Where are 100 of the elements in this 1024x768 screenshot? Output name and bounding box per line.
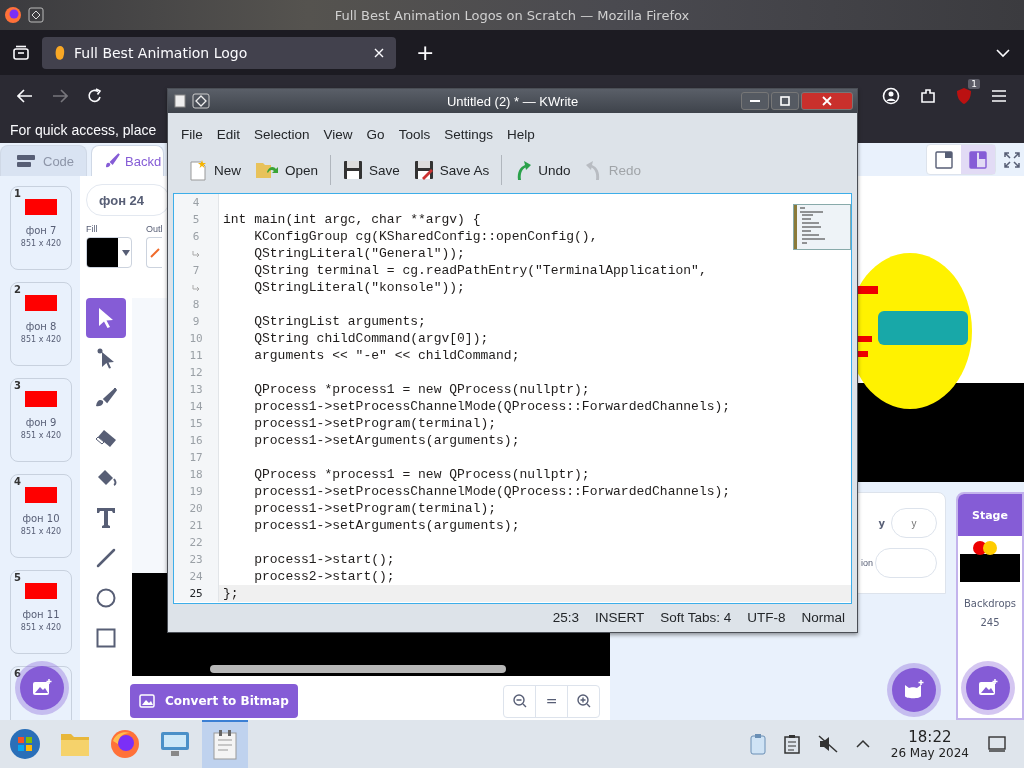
toolbar-button[interactable]: Save: [337, 154, 406, 186]
backdrop-thumbnail-card[interactable]: 2 фон 8 851 x 420: [10, 282, 72, 366]
backdrop-name: фон 7: [25, 225, 57, 236]
chevron-down-icon[interactable]: [996, 47, 1010, 58]
backdrop-thumbnail-card[interactable]: 5 фон 11 851 x 420: [10, 570, 72, 654]
editor-tab[interactable]: Backd: [91, 145, 165, 176]
horizontal-scrollbar[interactable]: [210, 665, 506, 673]
close-icon[interactable]: [374, 47, 384, 58]
clipboard-list-icon[interactable]: [783, 734, 800, 754]
add-sprite-button[interactable]: [892, 668, 936, 712]
outline-color-picker[interactable]: [146, 237, 162, 268]
status-item[interactable]: Soft Tabs: 4: [652, 609, 740, 625]
menu-item[interactable]: Help: [499, 126, 542, 142]
close-button[interactable]: [801, 92, 853, 110]
paint-tool-button[interactable]: [86, 298, 126, 338]
toolbar-button[interactable]: Undo: [508, 154, 577, 186]
menu-item[interactable]: File: [174, 126, 210, 142]
backdrop-thumbnail-card[interactable]: 3 фон 9 851 x 420: [10, 378, 72, 462]
window-title: Full Best Animation Logos on Scratch — Mozilla Firefox: [333, 7, 691, 23]
taskbar-app-button[interactable]: [202, 720, 248, 768]
code-line: QString terminal = cg.readPathEntry("TerminalApplication",: [253, 263, 707, 278]
maximize-button[interactable]: [771, 92, 799, 110]
pin-icon[interactable]: [192, 93, 210, 109]
menu-item[interactable]: View: [316, 126, 360, 142]
clipboard-icon[interactable]: [749, 733, 766, 755]
chevron-up-icon[interactable]: [855, 739, 870, 749]
image-icon: [32, 679, 52, 697]
backdrop-thumbnail-card[interactable]: 4 фон 10 851 x 420: [10, 474, 72, 558]
status-item[interactable]: 25:3: [544, 609, 587, 625]
stage-size-button[interactable]: [961, 145, 995, 174]
pin-icon[interactable]: [28, 7, 44, 23]
code-blocks-icon: [17, 155, 35, 167]
menu-item[interactable]: Settings: [437, 126, 500, 142]
backdrop-thumbnail-card[interactable]: 1 фон 7 851 x 420: [10, 186, 72, 270]
small-stage-icon: [935, 150, 953, 169]
menu-item[interactable]: Go: [359, 126, 392, 142]
code-line: process2->start();: [253, 569, 395, 584]
code-line: KConfigGroup cg(KSharedConfig::openConfig(),: [253, 229, 598, 244]
brush-icon: [95, 388, 117, 408]
account-icon[interactable]: [882, 87, 900, 105]
y-field[interactable]: y: [891, 508, 937, 538]
notepad-icon: [174, 94, 186, 108]
line-number: 9: [192, 315, 200, 328]
menu-item[interactable]: Tools: [391, 126, 438, 142]
extensions-icon[interactable]: [919, 87, 937, 105]
code-line: process1->setProcessChannelMode(QProcess::ForwardedChannels);: [253, 399, 731, 414]
menu-icon[interactable]: [991, 89, 1007, 103]
fullscreen-icon[interactable]: [1004, 151, 1020, 168]
line-number: 8: [192, 298, 200, 311]
status-item[interactable]: Normal: [793, 609, 853, 625]
menu-item[interactable]: Selection: [247, 126, 317, 142]
minimap-drawing[interactable]: [793, 204, 851, 250]
muted-speaker-icon[interactable]: [817, 735, 838, 753]
convert-to-bitmap-button[interactable]: Convert to Bitmap: [130, 684, 298, 718]
browser-tab[interactable]: Full Best Animation Logo: [42, 36, 396, 69]
line-number: 19: [189, 485, 203, 498]
scratch-favicon-icon: [54, 44, 66, 61]
reload-icon[interactable]: [87, 88, 103, 104]
tab-list-icon[interactable]: [12, 44, 30, 61]
toolbar-button[interactable]: New: [182, 154, 247, 186]
minimize-icon: [750, 100, 760, 102]
code-line: QProcess *process1 = new QProcess(nullptr);: [253, 467, 590, 482]
clock[interactable]: 18:22 26 May 2024: [890, 728, 969, 760]
backdrops-count: 245: [980, 617, 1000, 628]
zoom-in-icon: [576, 694, 591, 708]
status-item[interactable]: INSERT: [586, 609, 653, 625]
large-stage-icon: [969, 150, 987, 169]
open-folder-icon: [255, 160, 279, 180]
start-orb-icon: [10, 729, 40, 759]
floppy-disk-pencil-icon: [413, 160, 434, 180]
new-document-icon: [188, 159, 208, 181]
toolbar-button[interactable]: Save As: [407, 154, 496, 186]
status-item[interactable]: UTF-8: [739, 609, 794, 625]
back-icon[interactable]: [17, 89, 33, 103]
cat-icon: [903, 680, 925, 700]
window-title: Untitled (2) * — KWrite: [445, 93, 580, 109]
line-number: 22: [189, 536, 203, 549]
show-desktop-icon[interactable]: [988, 736, 1006, 752]
forward-icon[interactable]: [52, 89, 68, 103]
toolbar-button[interactable]: Open: [249, 154, 325, 186]
line-number: 11: [189, 349, 203, 362]
line-wrap-icon: [192, 250, 200, 257]
y-label: y: [878, 517, 885, 529]
line-number: 4: [192, 196, 200, 209]
backdrop-size: 851 x 420: [20, 527, 62, 536]
new-tab-button[interactable]: +: [408, 40, 443, 65]
backdrop-name: фон 8: [25, 321, 57, 332]
add-backdrop-button[interactable]: [966, 666, 1010, 710]
minimize-button[interactable]: [741, 92, 769, 110]
fill-color-picker[interactable]: [86, 237, 132, 268]
stage-target-panel[interactable]: Stage Backdrops 245: [956, 492, 1024, 720]
line-wrap-icon: [192, 284, 200, 291]
backdrops-label: Backdrops: [963, 598, 1017, 609]
rectangle-tool-icon: [96, 628, 116, 648]
menu-item[interactable]: Edit: [209, 126, 248, 142]
line-number: 23: [189, 553, 203, 566]
code-editor[interactable]: [173, 193, 852, 604]
line-number: 14: [189, 400, 203, 413]
firefox-icon[interactable]: [4, 6, 22, 24]
outline-label: Outl: [146, 224, 163, 234]
